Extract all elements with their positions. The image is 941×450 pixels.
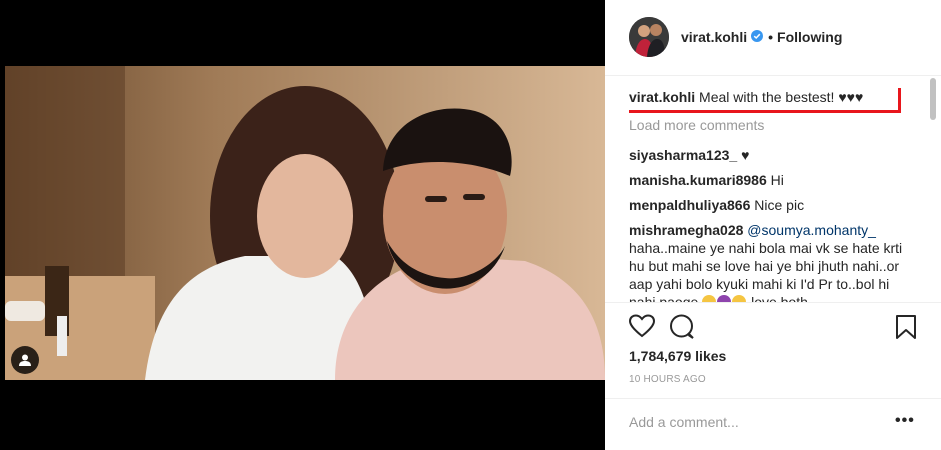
photo-pane: [0, 0, 605, 450]
likes-count[interactable]: 1,784,679 likes: [629, 348, 726, 364]
comment-username[interactable]: menpaldhuliya866: [629, 197, 750, 213]
divider: [605, 302, 941, 303]
bookmark-icon[interactable]: [895, 314, 917, 345]
emoji-icon: [717, 295, 732, 302]
comment-text: ♥: [737, 147, 750, 163]
comments-scrollbar[interactable]: [930, 78, 936, 120]
avatar[interactable]: [629, 17, 669, 57]
comment-text-tail: love both: [747, 294, 808, 302]
follow-separator: •: [768, 29, 774, 45]
caption: virat.kohli Meal with the bestest! ♥♥♥: [629, 88, 919, 113]
verified-badge-icon: [751, 29, 764, 45]
action-bar: [628, 314, 919, 343]
caption-highlight: [629, 88, 901, 113]
list-item: siyasharma123_ ♥: [629, 146, 919, 164]
post-header: virat.kohli • Following: [605, 0, 941, 76]
comment-username[interactable]: siyasharma123_: [629, 147, 737, 163]
divider: [605, 398, 941, 399]
comment-icon[interactable]: [669, 314, 695, 345]
list-item: menpaldhuliya866 Nice pic: [629, 196, 919, 214]
comment-username[interactable]: mishramegha028: [629, 222, 743, 238]
comments-list: virat.kohli Meal with the bestest! ♥♥♥ L…: [629, 88, 919, 302]
post-timestamp[interactable]: 10 HOURS AGO: [629, 374, 706, 385]
following-button[interactable]: Following: [777, 29, 842, 45]
comment-username[interactable]: manisha.kumari8986: [629, 172, 767, 188]
comment-text: haha..maine ye nahi bola mai vk se hate …: [629, 240, 903, 302]
comment-mention[interactable]: @soumya.mohanty_: [747, 222, 876, 238]
list-item: mishramegha028 @soumya.mohanty_ haha..ma…: [629, 221, 919, 302]
post-sidebar: virat.kohli • Following virat.kohli Meal…: [605, 0, 941, 450]
header-username-row: virat.kohli • Following: [681, 29, 842, 45]
post-photo[interactable]: [5, 66, 605, 380]
emoji-icon: [702, 295, 717, 302]
comment-text: Hi: [766, 172, 784, 188]
user-tag-icon[interactable]: [11, 346, 39, 374]
heart-icon[interactable]: [628, 314, 656, 343]
add-comment-input[interactable]: Add a comment...: [629, 414, 739, 430]
more-options-button[interactable]: •••: [895, 412, 915, 430]
header-username[interactable]: virat.kohli: [681, 29, 747, 45]
comment-text: Nice pic: [750, 197, 805, 213]
emoji-icon: [732, 295, 747, 302]
load-more-comments-button[interactable]: Load more comments: [629, 116, 919, 134]
list-item: manisha.kumari8986 Hi: [629, 171, 919, 189]
